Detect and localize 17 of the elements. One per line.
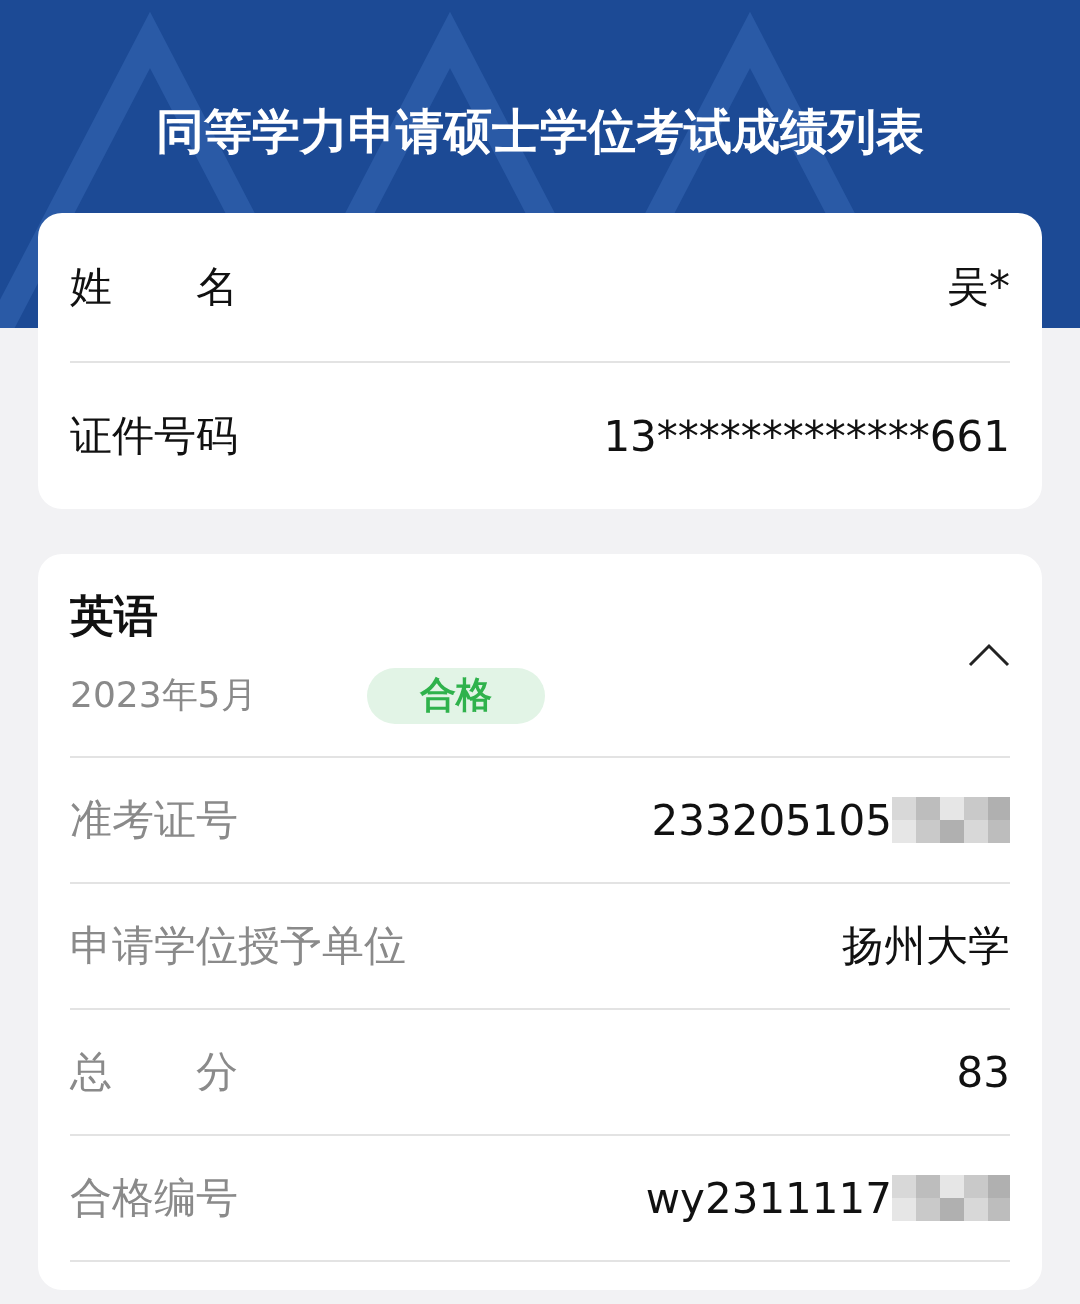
field-label: 合格编号 [70,1172,238,1224]
field-value: 83 [956,1047,1010,1097]
field-label: 准考证号 [70,794,238,846]
field-label: 总 分 [70,1046,238,1098]
field-label: 申请学位授予单位 [70,920,406,972]
status-badge: 合格 [366,667,545,724]
exam-date: 2023年5月 [70,673,257,717]
field-value: 13*************661 [603,411,1010,461]
field-label: 姓 名 [70,261,238,313]
chevron-up-icon[interactable] [968,643,1010,667]
field-value: 扬州大学 [842,920,1010,972]
field-value: 吴* [947,261,1010,313]
field-value: wy2311117 [645,1173,892,1223]
field-label: 证件号码 [70,410,238,462]
field-value: 233205105 [651,795,892,845]
page-title: 同等学力申请硕士学位考试成绩列表 [156,102,924,161]
subject-name: 英语 [70,588,159,643]
